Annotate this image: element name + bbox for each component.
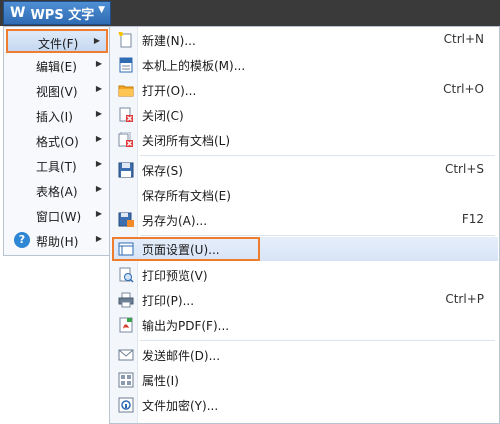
submenu-item-label: 保存所有文档(E) (142, 189, 231, 203)
submenu-item-page-setup[interactable]: 页面设置(U)... (112, 237, 260, 261)
shortcut-label: Ctrl+O (443, 82, 484, 96)
properties-icon (118, 372, 134, 388)
chevron-right-icon: ▶ (95, 109, 102, 118)
menu-item-insert[interactable]: 插入(I) ▶ (6, 104, 108, 128)
submenu-item-open[interactable]: 打开(O)... Ctrl+O (112, 78, 498, 102)
submenu-item-label: 另存为(A)... (142, 214, 208, 228)
chevron-right-icon: ▶ (95, 59, 102, 68)
title-bar: W WPS 文字 ▼ (0, 0, 500, 26)
menu-item-tools[interactable]: 工具(T) ▶ (6, 154, 108, 178)
submenu-item-label: 发送邮件(D)... (142, 349, 221, 363)
submenu-item-label: 页面设置(U)... (142, 243, 220, 257)
submenu-item-save-as[interactable]: 另存为(A)... F12 (112, 208, 498, 232)
menu-item-label: 编辑(E) (36, 60, 77, 74)
chevron-right-icon: ▶ (95, 159, 102, 168)
shortcut-label: F12 (461, 212, 484, 226)
menu-item-label: 文件(F) (38, 37, 79, 51)
open-folder-icon (118, 85, 134, 97)
save-as-icon (118, 212, 134, 227)
submenu-item-save-all[interactable]: 保存所有文档(E) (112, 183, 498, 207)
menu-separator (140, 155, 495, 156)
chevron-right-icon: ▶ (95, 84, 102, 93)
menu-item-format[interactable]: 格式(O) ▶ (6, 129, 108, 153)
submenu-item-label: 文件加密(Y)... (142, 399, 219, 413)
mail-icon (118, 349, 134, 361)
help-icon: ? (14, 232, 30, 248)
print-icon (118, 292, 134, 308)
menu-item-label: 表格(A) (36, 185, 78, 199)
submenu-item-label: 本机上的模板(M)... (142, 59, 246, 73)
submenu-item-save[interactable]: 保存(S) Ctrl+S (112, 158, 498, 182)
submenu-item-encrypt[interactable]: 文件加密(Y)... (112, 393, 498, 417)
submenu-item-properties[interactable]: 属性(I) (112, 368, 498, 392)
submenu-item-label: 打印预览(V) (142, 269, 208, 283)
save-icon (118, 162, 134, 178)
main-menu: 文件(F) ▶ 编辑(E) ▶ 视图(V) ▶ 插入(I) ▶ 格式(O) ▶ … (3, 26, 111, 256)
submenu-item-label: 输出为PDF(F)... (142, 319, 230, 333)
menu-item-edit[interactable]: 编辑(E) ▶ (6, 54, 108, 78)
submenu-item-label: 打印(P)... (142, 294, 195, 308)
close-all-icon (118, 132, 133, 147)
wps-logo-icon: W (10, 5, 26, 21)
menu-item-label: 窗口(W) (36, 210, 82, 224)
submenu-item-new[interactable]: 新建(N)... Ctrl+N (112, 28, 498, 52)
chevron-right-icon: ▶ (95, 134, 102, 143)
menu-item-help[interactable]: ? 帮助(H) ▶ (6, 229, 108, 253)
menu-item-label: 工具(T) (36, 160, 77, 174)
submenu-item-label: 关闭所有文档(L) (142, 134, 231, 148)
chevron-down-icon: ▼ (98, 5, 105, 15)
app-title: WPS 文字 (30, 7, 95, 23)
menu-item-file[interactable]: 文件(F) ▶ (6, 29, 108, 53)
wps-menu-button[interactable]: W WPS 文字 ▼ (3, 1, 111, 25)
menu-item-table[interactable]: 表格(A) ▶ (6, 179, 108, 203)
print-preview-icon (119, 267, 134, 283)
submenu-item-label: 打开(O)... (142, 84, 197, 98)
submenu-item-label: 属性(I) (142, 374, 179, 388)
submenu-item-print[interactable]: 打印(P)... Ctrl+P (112, 288, 498, 312)
submenu-item-label: 关闭(C) (142, 109, 184, 123)
chevron-right-icon: ▶ (95, 184, 102, 193)
submenu-item-close[interactable]: 关闭(C) (112, 103, 498, 127)
menu-item-label: 视图(V) (36, 85, 78, 99)
chevron-right-icon: ▶ (93, 36, 100, 45)
submenu-item-send-mail[interactable]: 发送邮件(D)... (112, 343, 498, 367)
template-icon (119, 57, 133, 73)
menu-separator (140, 235, 495, 236)
menu-item-window[interactable]: 窗口(W) ▶ (6, 204, 108, 228)
file-submenu: 新建(N)... Ctrl+N 本机上的模板(M)... 打开(O)... Ct… (109, 26, 500, 424)
pdf-icon (119, 317, 133, 333)
submenu-item-close-all[interactable]: 关闭所有文档(L) (112, 128, 498, 152)
menu-item-view[interactable]: 视图(V) ▶ (6, 79, 108, 103)
submenu-item-export-pdf[interactable]: 输出为PDF(F)... (112, 313, 498, 337)
menu-item-label: 帮助(H) (36, 235, 79, 249)
menu-separator (140, 340, 495, 341)
submenu-item-local-templates[interactable]: 本机上的模板(M)... (112, 53, 498, 77)
chevron-right-icon: ▶ (95, 209, 102, 218)
shortcut-label: Ctrl+P (445, 292, 484, 306)
submenu-item-label: 保存(S) (142, 164, 183, 178)
page-setup-icon (118, 242, 134, 256)
new-document-icon (118, 32, 132, 48)
shortcut-label: Ctrl+S (444, 162, 484, 176)
close-document-icon (119, 107, 133, 122)
encrypt-icon (118, 397, 134, 413)
submenu-item-label: 新建(N)... (142, 34, 196, 48)
menu-item-label: 插入(I) (36, 110, 73, 124)
submenu-item-print-preview[interactable]: 打印预览(V) (112, 263, 498, 287)
shortcut-label: Ctrl+N (443, 32, 484, 46)
chevron-right-icon: ▶ (95, 234, 102, 243)
menu-item-label: 格式(O) (36, 135, 79, 149)
